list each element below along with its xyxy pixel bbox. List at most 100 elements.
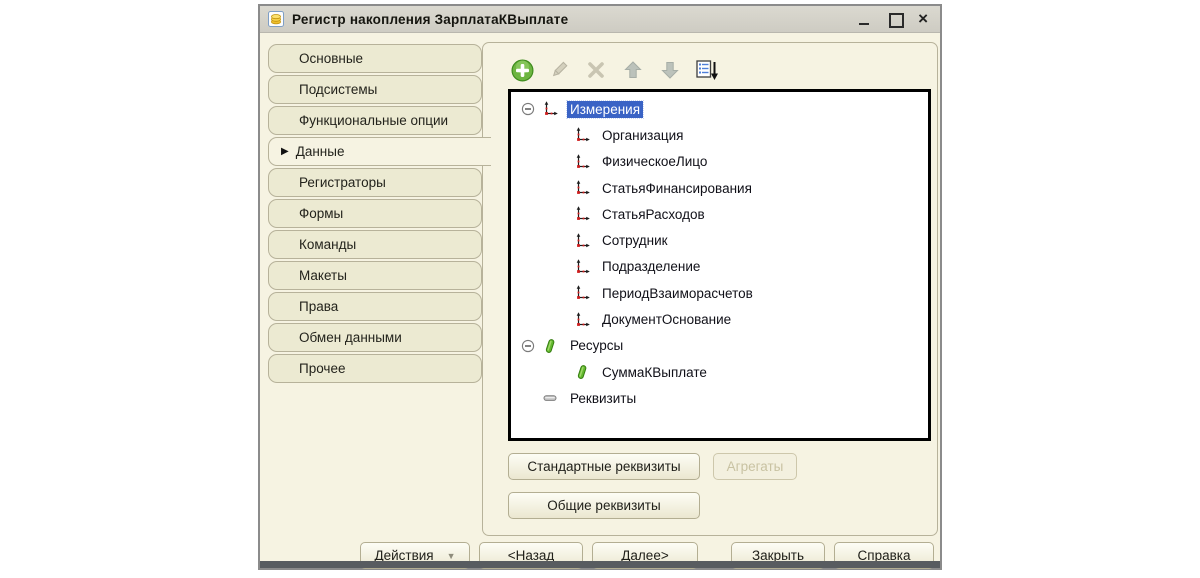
tab-label: Функциональные опции [299, 113, 449, 128]
dimension-axes-icon [576, 206, 590, 221]
tree-row-Ресурсы[interactable]: Ресурсы [511, 333, 928, 359]
button-label: <Назад [507, 548, 555, 563]
toolbar-move-up-button [621, 58, 645, 82]
collapse-icon[interactable] [521, 102, 535, 116]
tree-row-Организация[interactable]: Организация [511, 122, 928, 148]
dimension-axes-icon [576, 127, 590, 142]
standard-attributes-button[interactable]: Стандартные реквизиты [508, 453, 700, 480]
common-attributes-button[interactable]: Общие реквизиты [508, 492, 700, 519]
tab-formy[interactable]: Формы [268, 199, 482, 228]
tree-item-label[interactable]: Реквизиты [567, 390, 639, 407]
tab-label: Подсистемы [299, 82, 378, 97]
expander-slot[interactable] [521, 339, 535, 353]
tree-item-label[interactable]: СтатьяФинансирования [599, 180, 755, 197]
tab-komandy[interactable]: Команды [268, 230, 482, 259]
dimension-axes-icon [576, 311, 590, 326]
dialog-window: Регистр накопления ЗарплатаКВыплате × Ос… [258, 4, 942, 570]
add-icon[interactable] [511, 59, 534, 82]
resource-icon [545, 338, 555, 353]
button-label: Действия [374, 548, 434, 563]
tab-dannye[interactable]: ▶ Данные [268, 137, 491, 166]
toolbar-delete-button [584, 58, 608, 82]
tab-label: Регистраторы [299, 175, 386, 190]
tab-prava[interactable]: Права [268, 292, 482, 321]
tree-item-label[interactable]: Ресурсы [567, 337, 626, 354]
tab-label: Основные [299, 51, 364, 66]
button-label: Далее> [621, 548, 669, 563]
tree-row-ПериодВзаиморасчетов[interactable]: ПериодВзаиморасчетов [511, 280, 928, 306]
tree-row-Реквизиты[interactable]: Реквизиты [511, 385, 928, 411]
aggregates-button: Агрегаты [713, 453, 797, 480]
app-icon-slot [268, 11, 284, 27]
dimension-axes-icon [576, 285, 590, 300]
tab-label: Команды [299, 237, 357, 252]
tree-row-Подразделение[interactable]: Подразделение [511, 254, 928, 280]
back-button[interactable]: <Назад [479, 542, 583, 569]
tab-label: Права [299, 299, 339, 314]
tree-row-ДокументОснование[interactable]: ДокументОснование [511, 306, 928, 332]
delete-icon [588, 62, 604, 78]
minimize-button[interactable] [858, 12, 872, 26]
tree-row-СтатьяФинансирования[interactable]: СтатьяФинансирования [511, 175, 928, 201]
sort-list-icon[interactable] [695, 59, 719, 81]
dimension-icon-slot [574, 259, 590, 275]
tree-item-label[interactable]: Измерения [565, 99, 645, 119]
tab-prochee[interactable]: Прочее [268, 354, 482, 383]
dimension-axes-icon [544, 101, 558, 116]
maximize-button[interactable] [888, 12, 905, 28]
app-1c-icon [268, 11, 284, 27]
dimension-axes-icon [576, 232, 590, 247]
attribute-icon-slot [542, 390, 558, 406]
help-button[interactable]: Справка [834, 542, 934, 569]
register-structure-tree[interactable]: Измерения Организация ФизическоеЛицо Ста… [508, 89, 931, 441]
dimension-axes-icon [576, 180, 590, 195]
tree-item-label[interactable]: ДокументОснование [599, 311, 734, 328]
close-button[interactable]: Закрыть [731, 542, 825, 569]
button-label: Справка [857, 548, 911, 563]
tab-osnovnye[interactable]: Основные [268, 44, 482, 73]
actions-button[interactable]: Действия ▼ [360, 542, 470, 569]
tree-item-label[interactable]: Подразделение [599, 258, 703, 275]
window-controls: × [858, 10, 932, 28]
resource-icon [577, 365, 587, 380]
tree-row-ФизическоеЛицо[interactable]: ФизическоеЛицо [511, 149, 928, 175]
dimension-icon-slot [574, 232, 590, 249]
tab-obmen-dannymi[interactable]: Обмен данными [268, 323, 482, 352]
tree-row-Измерения[interactable]: Измерения [511, 96, 928, 122]
toolbar-add-button[interactable] [510, 58, 534, 82]
tree-item-label[interactable]: СтатьяРасходов [599, 206, 708, 223]
resource-icon-slot [574, 364, 590, 380]
tree-toolbar [510, 58, 937, 82]
pencil-icon [552, 61, 568, 77]
tab-funkcionalnye-opcii[interactable]: Функциональные опции [268, 106, 482, 135]
attribute-icon [543, 395, 557, 402]
collapse-icon[interactable] [521, 339, 535, 353]
panel-button-row-2: Общие реквизиты [508, 492, 937, 519]
expander-slot[interactable] [521, 102, 535, 116]
tab-makety[interactable]: Макеты [268, 261, 482, 290]
tree-row-СуммаКВыплате[interactable]: СуммаКВыплате [511, 359, 928, 385]
arrow-up-icon [624, 61, 642, 78]
tree-item-label[interactable]: Сотрудник [599, 232, 671, 249]
next-button[interactable]: Далее> [592, 542, 698, 569]
tree-row-СтатьяРасходов[interactable]: СтатьяРасходов [511, 201, 928, 227]
tab-podsistemy[interactable]: Подсистемы [268, 75, 482, 104]
tree-item-label[interactable]: ПериодВзаиморасчетов [599, 285, 756, 302]
dimension-icon-slot [574, 127, 590, 143]
tree-item-label[interactable]: ФизическоеЛицо [599, 153, 710, 170]
tab-label: Макеты [299, 268, 347, 283]
tab-label: Формы [299, 206, 344, 221]
tree-item-label[interactable]: Организация [599, 127, 686, 144]
dimension-axes-icon [576, 153, 590, 169]
titlebar[interactable]: Регистр накопления ЗарплатаКВыплате × [260, 6, 940, 33]
dimension-icon-slot [574, 153, 590, 170]
tab-label: Прочее [299, 361, 346, 376]
tab-registratory[interactable]: Регистраторы [268, 168, 482, 197]
toolbar-sort-order-button[interactable] [695, 58, 719, 82]
selected-tab-arrow-icon: ▶ [281, 146, 289, 157]
tree-item-label[interactable]: СуммаКВыплате [599, 364, 710, 381]
close-button[interactable]: × [918, 10, 928, 27]
toolbar-move-down-button [658, 58, 682, 82]
tab-label: Данные [295, 144, 345, 159]
tree-row-Сотрудник[interactable]: Сотрудник [511, 227, 928, 253]
